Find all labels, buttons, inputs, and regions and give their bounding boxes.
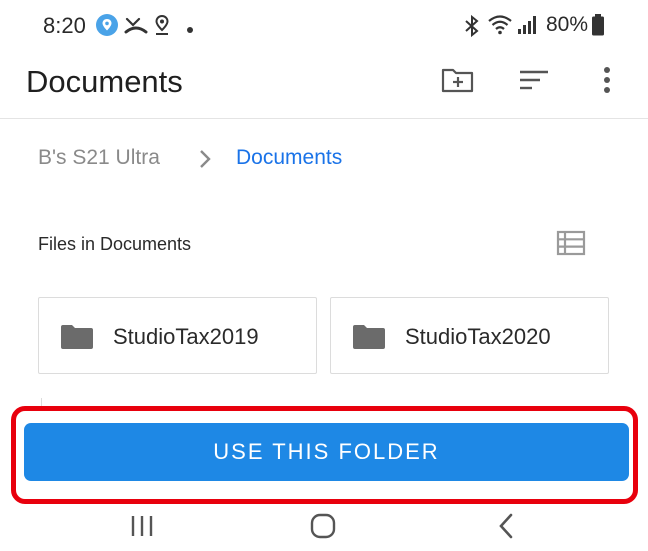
dot-icon	[186, 21, 194, 39]
status-time: 8:20	[43, 13, 86, 38]
battery-percentage: 80%	[546, 13, 589, 36]
folder-icon	[60, 324, 94, 355]
breadcrumb-root[interactable]: B's S21 Ultra	[38, 146, 160, 170]
missed-call-icon	[124, 14, 148, 41]
recents-icon	[129, 514, 155, 543]
more-options-icon	[603, 66, 611, 99]
home-button[interactable]	[303, 513, 343, 543]
folder-name: StudioTax2019	[113, 324, 259, 349]
use-this-folder-button[interactable]: USE THIS FOLDER	[24, 423, 629, 481]
folder-card-studiotax2019[interactable]: StudioTax2019	[38, 297, 317, 374]
home-icon	[309, 512, 337, 545]
signal-icon	[517, 14, 539, 41]
sort-icon	[518, 68, 550, 97]
location-pin-badge-icon	[96, 14, 118, 41]
location-icon	[153, 14, 171, 41]
app-bar: Documents	[0, 52, 648, 119]
folder-name: StudioTax2020	[405, 324, 551, 349]
list-view-toggle-button[interactable]	[556, 230, 586, 258]
sort-button[interactable]	[514, 64, 554, 100]
recents-button[interactable]	[122, 513, 162, 543]
folder-card-studiotax2020[interactable]: StudioTax2020	[330, 297, 609, 374]
folder-icon	[352, 324, 386, 355]
more-options-button[interactable]	[587, 64, 627, 100]
breadcrumb-current[interactable]: Documents	[236, 146, 342, 170]
page-title: Documents	[26, 64, 183, 99]
status-bar: 8:20 80%	[0, 0, 648, 52]
bluetooth-icon	[462, 14, 482, 43]
wifi-icon	[487, 14, 513, 41]
chevron-right-icon	[198, 148, 212, 176]
files-section-label: Files in Documents	[38, 234, 192, 254]
list-view-icon	[556, 230, 586, 260]
navigation-bar	[0, 505, 648, 551]
battery-icon	[591, 13, 605, 42]
back-icon	[496, 513, 516, 544]
new-folder-button[interactable]	[438, 64, 478, 100]
back-button[interactable]	[486, 513, 526, 543]
new-folder-icon	[441, 66, 475, 99]
